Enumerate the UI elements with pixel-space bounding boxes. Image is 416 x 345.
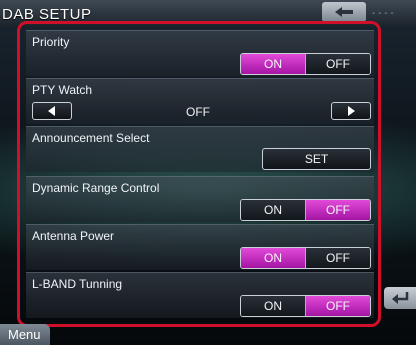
back-button[interactable] <box>322 2 366 22</box>
top-right-indicator: - - - - <box>372 8 394 19</box>
highlight-frame <box>17 21 381 327</box>
menu-button[interactable]: Menu <box>0 324 50 345</box>
return-arrow-icon <box>392 292 409 304</box>
back-arrow-icon <box>335 7 353 17</box>
return-button[interactable] <box>384 287 416 309</box>
